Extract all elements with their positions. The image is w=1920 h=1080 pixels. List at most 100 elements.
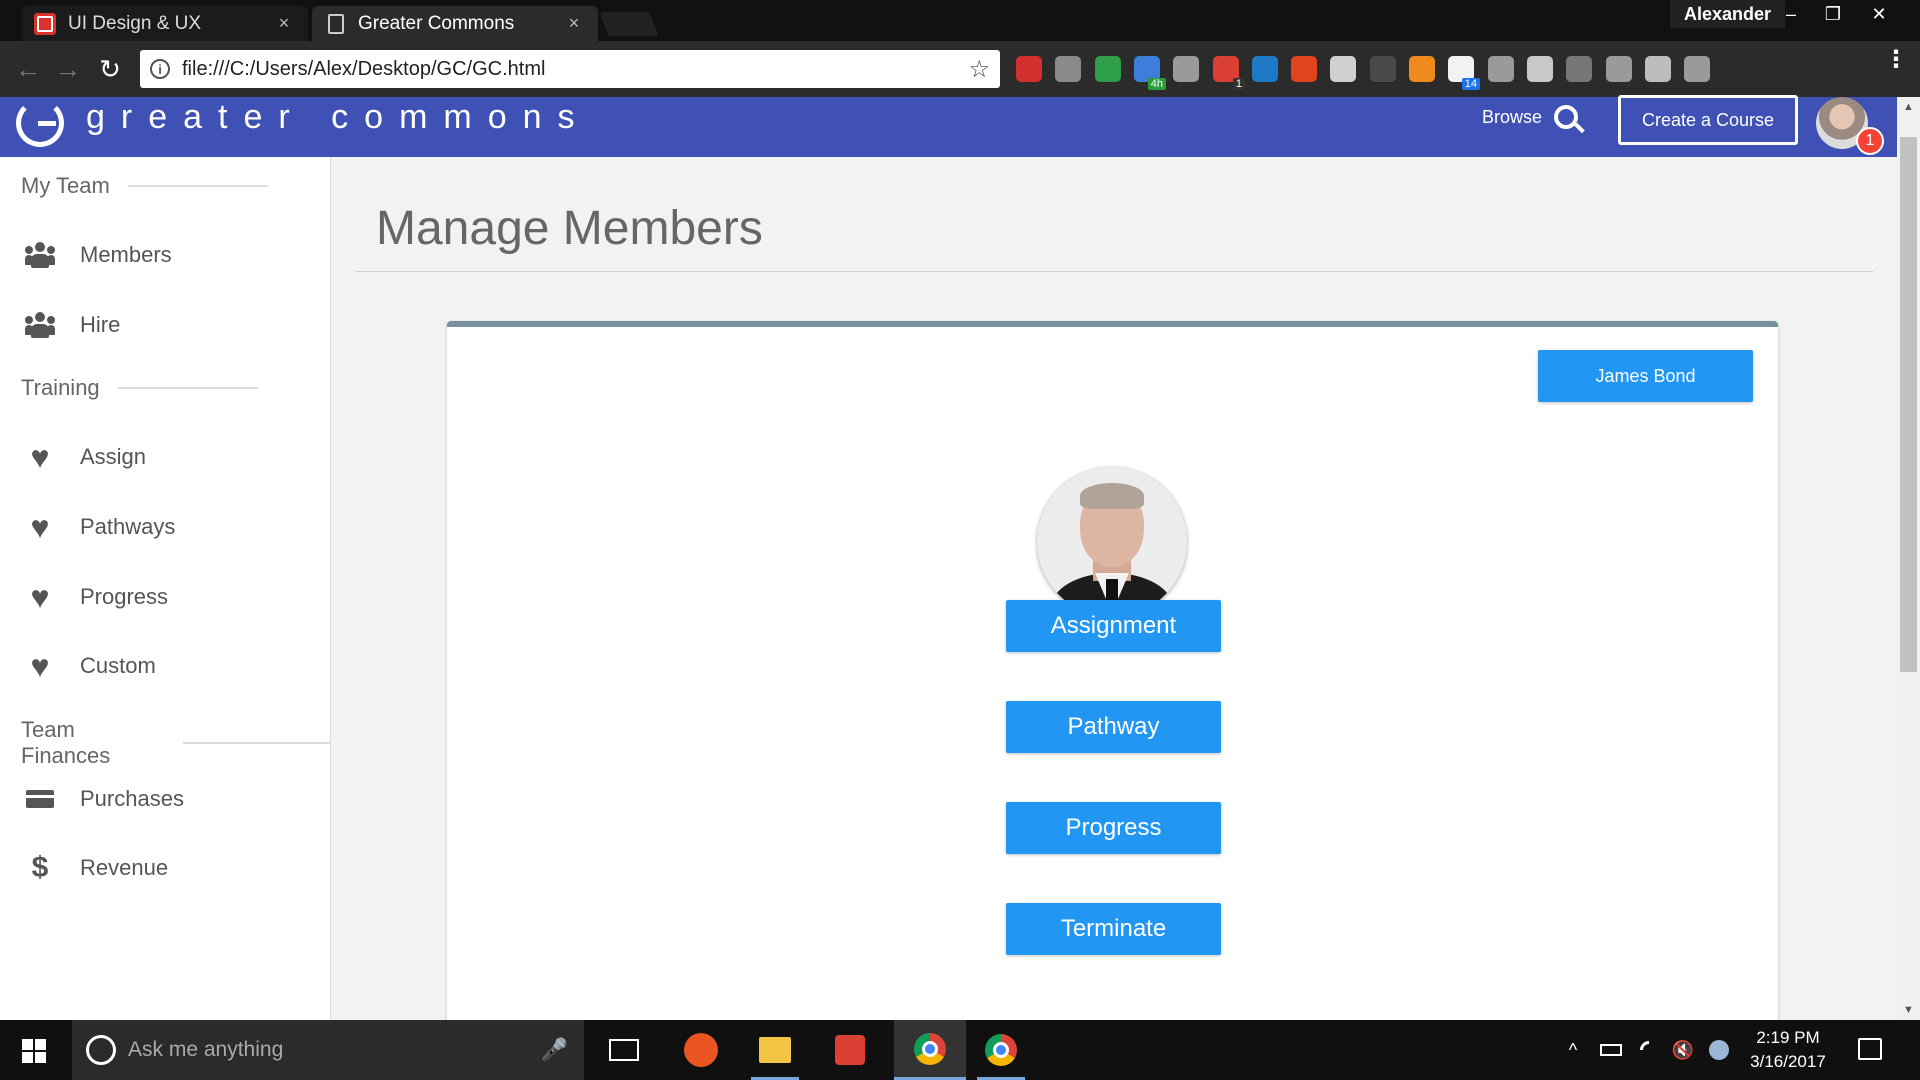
sidebar-item-revenue[interactable]: $ Revenue: [22, 846, 322, 890]
red-app-icon: [34, 12, 56, 35]
trello-icon[interactable]: [1252, 56, 1278, 82]
info-icon[interactable]: i: [150, 59, 170, 79]
sidebar-item-purchases[interactable]: Purchases: [22, 777, 322, 821]
main-content: Manage Members James Bond Assignment Pat…: [331, 157, 1897, 1041]
chrome-icon[interactable]: [971, 1020, 1031, 1080]
script-icon[interactable]: [1488, 56, 1514, 82]
greater-commons-logo-icon[interactable]: [16, 99, 64, 147]
scroll-thumb[interactable]: [1900, 137, 1917, 672]
bookmark-star-icon[interactable]: ☆: [968, 55, 990, 84]
member-name-button[interactable]: James Bond: [1538, 350, 1753, 402]
spy-icon[interactable]: [1330, 56, 1356, 82]
wifi-icon[interactable]: [1634, 1020, 1664, 1080]
pathway-button[interactable]: Pathway: [1006, 701, 1221, 753]
scroll-up-icon[interactable]: ▲: [1897, 97, 1920, 117]
scroll-down-icon[interactable]: ▼: [1897, 1000, 1920, 1020]
bulb-icon[interactable]: [1173, 56, 1199, 82]
screen-icon[interactable]: [1370, 56, 1396, 82]
volume-icon[interactable]: 🔇: [1668, 1020, 1698, 1080]
new-tab-button[interactable]: [599, 12, 659, 36]
system-clock[interactable]: 2:19 PM 3/16/2017: [1735, 1026, 1841, 1074]
page-scrollbar[interactable]: ▲ ▼: [1897, 97, 1920, 1020]
restore-icon[interactable]: ❐: [1812, 0, 1854, 28]
jb-icon[interactable]: [1606, 56, 1632, 82]
address-bar[interactable]: i file:///C:/Users/Alex/Desktop/GC/GC.ht…: [140, 50, 1000, 88]
todoist-icon[interactable]: 1: [1213, 56, 1245, 90]
tray-chevron-icon[interactable]: ^: [1560, 1020, 1586, 1080]
heart-icon: ♥: [30, 647, 50, 684]
css-icon[interactable]: [1684, 56, 1710, 82]
action-center-icon[interactable]: [1858, 1038, 1882, 1060]
battery-icon[interactable]: [1596, 1020, 1626, 1080]
assignment-button[interactable]: Assignment: [1006, 600, 1221, 652]
ghost-icon[interactable]: [1055, 56, 1081, 82]
back-icon[interactable]: ←: [10, 51, 46, 87]
cortana-search-box[interactable]: Ask me anything 🎤: [72, 1020, 584, 1080]
browse-link[interactable]: Browse: [1482, 97, 1579, 137]
sidebar-item-hire[interactable]: Hire: [22, 303, 322, 347]
pushbullet-icon[interactable]: [1095, 56, 1121, 82]
forward-icon[interactable]: →: [50, 51, 86, 87]
windows-taskbar: Ask me anything 🎤 ^ 🔇 2:19 PM 3/16/2017: [0, 1020, 1920, 1080]
chrome-icon[interactable]: [894, 1020, 966, 1080]
member-photo: [1037, 467, 1187, 617]
tab-close-icon[interactable]: ×: [564, 13, 584, 34]
credit-card-icon: [22, 781, 58, 817]
toolbox-icon[interactable]: [1527, 56, 1553, 82]
section-heading-my-team: My Team: [21, 173, 268, 199]
browser-menu-icon[interactable]: ⋮: [1884, 48, 1908, 72]
sidebar-item-label: Assign: [80, 444, 147, 469]
calendar-icon[interactable]: 4h: [1134, 56, 1166, 90]
search-placeholder: Ask me anything: [128, 1038, 284, 1061]
people-icon: [22, 237, 58, 273]
sidebar: My Team Members Hire Training ♥ Assign ♥…: [0, 157, 331, 1020]
sidebar-item-label: Hire: [80, 312, 121, 337]
windows-start-icon[interactable]: [22, 1039, 46, 1063]
title-divider: [355, 271, 1873, 272]
sidebar-item-progress[interactable]: ♥ Progress: [22, 575, 322, 619]
chat-icon[interactable]: 14: [1448, 56, 1480, 90]
sidebar-item-label: Purchases: [80, 786, 184, 811]
url-text[interactable]: file:///C:/Users/Alex/Desktop/GC/GC.html: [182, 58, 968, 81]
drive-icon[interactable]: [1645, 56, 1671, 82]
browser-toolbar: ← → ↻ i file:///C:/Users/Alex/Desktop/GC…: [0, 41, 1920, 97]
heart-icon: ♥: [30, 578, 50, 615]
reload-icon[interactable]: ↻: [92, 51, 128, 87]
browser-tab-strip: UI Design & UX × Greater Commons × Alexa…: [0, 0, 1920, 41]
logo-text[interactable]: greater commons: [86, 97, 591, 137]
section-heading-training: Training: [21, 375, 258, 401]
todoist-icon[interactable]: [820, 1020, 880, 1080]
task-view-icon[interactable]: [609, 1039, 639, 1061]
file-explorer-icon[interactable]: [745, 1020, 805, 1080]
sidebar-item-assign[interactable]: ♥ Assign: [22, 435, 322, 479]
ubuntu-icon[interactable]: [671, 1020, 731, 1080]
tab-close-icon[interactable]: ×: [274, 13, 294, 34]
close-window-icon[interactable]: ✕: [1858, 0, 1900, 28]
browse-label: Browse: [1482, 106, 1543, 127]
profile-name[interactable]: Alexander: [1670, 0, 1786, 28]
section-title: Team Finances: [21, 717, 111, 768]
sidebar-item-members[interactable]: Members: [22, 233, 322, 277]
sidebar-item-custom[interactable]: ♥ Custom: [22, 644, 322, 688]
people-icon: [22, 307, 58, 343]
extension-badge: 14: [1461, 78, 1480, 90]
weather-icon[interactable]: [1704, 1020, 1734, 1080]
microphone-icon[interactable]: 🎤: [541, 1037, 568, 1063]
tab-title: Greater Commons: [358, 12, 515, 34]
cast-icon[interactable]: [1566, 56, 1592, 82]
progress-button[interactable]: Progress: [1006, 802, 1221, 854]
app-header: greater commons Browse Create a Course 1: [0, 95, 1897, 157]
browser-tab-ui-design[interactable]: UI Design & UX ×: [22, 6, 308, 41]
section-title: Training: [21, 375, 100, 400]
browser-tab-greater-commons[interactable]: Greater Commons ×: [312, 6, 598, 41]
create-course-button[interactable]: Create a Course: [1618, 95, 1798, 145]
terminate-button[interactable]: Terminate: [1006, 903, 1221, 955]
sidebar-item-pathways[interactable]: ♥ Pathways: [22, 505, 322, 549]
adblock-icon[interactable]: [1016, 56, 1042, 82]
play-icon[interactable]: [1409, 56, 1435, 82]
heart-icon: ♥: [30, 438, 50, 475]
bookmark-star-icon[interactable]: [1291, 56, 1317, 82]
heart-icon: ♥: [30, 508, 50, 545]
notification-badge[interactable]: 1: [1856, 127, 1884, 155]
minimize-icon[interactable]: –: [1770, 0, 1812, 28]
